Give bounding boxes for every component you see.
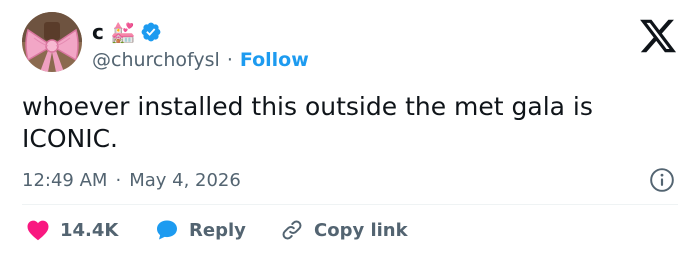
divider xyxy=(22,204,678,205)
info-icon[interactable] xyxy=(649,167,675,193)
display-name[interactable]: c 💒 xyxy=(92,18,136,46)
reply-label: Reply xyxy=(189,219,246,241)
separator-dot: · xyxy=(115,169,122,191)
author-name-row[interactable]: c 💒 xyxy=(92,18,162,46)
like-button[interactable]: 14.4K xyxy=(26,216,118,244)
heart-icon xyxy=(26,219,50,241)
reply-button[interactable]: Reply xyxy=(155,216,246,244)
verified-badge-icon xyxy=(140,21,162,43)
copy-link-label: Copy link xyxy=(314,219,408,241)
avatar[interactable] xyxy=(22,12,82,72)
tweet-meta: 12:49 AM · May 4, 2026 xyxy=(22,166,241,194)
follow-button[interactable]: Follow xyxy=(240,46,309,74)
like-count: 14.4K xyxy=(60,219,119,241)
tweet-date[interactable]: May 4, 2026 xyxy=(129,170,241,191)
chain-link-icon xyxy=(280,218,304,242)
copy-link-button[interactable]: Copy link xyxy=(280,216,408,244)
tweet-card: c 💒 @churchofysl · Follow whoever instal… xyxy=(0,0,700,257)
author-handle[interactable]: @churchofysl xyxy=(92,46,220,74)
tweet-text: whoever installed this outside the met g… xyxy=(22,92,593,153)
tweet-time[interactable]: 12:49 AM xyxy=(22,170,107,191)
speech-bubble-icon xyxy=(155,218,179,242)
handle-row: @churchofysl · Follow xyxy=(92,46,309,74)
separator-dot: · xyxy=(226,49,233,71)
x-logo-icon[interactable] xyxy=(636,16,680,56)
